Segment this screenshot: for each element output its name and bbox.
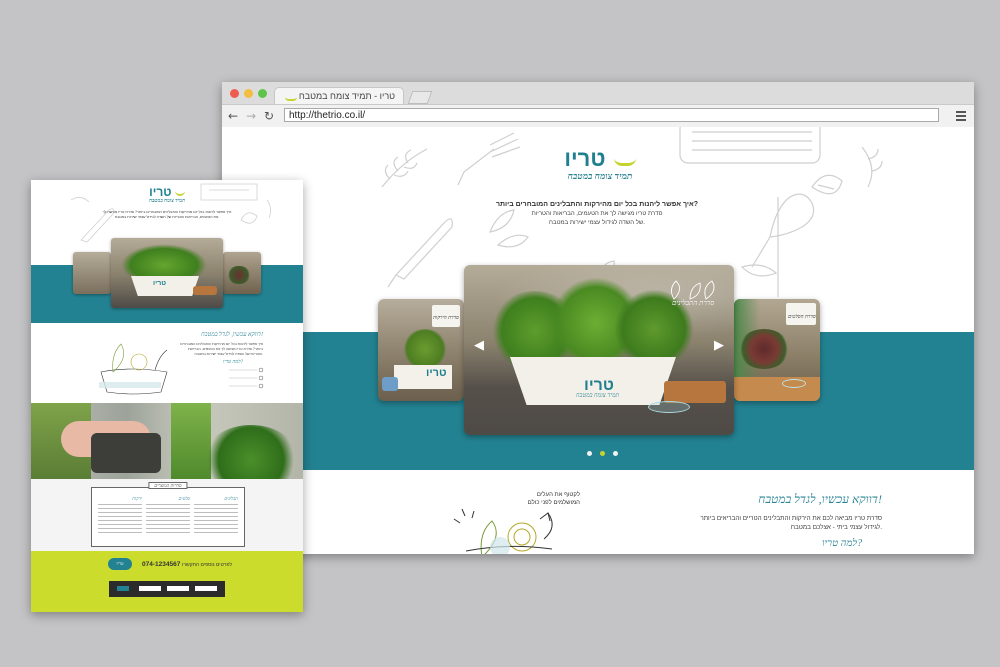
tab-title: טריו - תמיד צומח במטבח — [298, 91, 395, 101]
mini-slide-right[interactable] — [223, 252, 261, 294]
close-window-button[interactable] — [230, 89, 239, 98]
mini-slide-left[interactable] — [73, 252, 111, 294]
logo-tagline: תמיד צומח במטבח — [567, 171, 633, 181]
mini-field-2[interactable] — [167, 586, 189, 591]
mini-slide-main[interactable]: טריו — [111, 238, 223, 308]
slider-dot-3[interactable] — [613, 451, 619, 456]
slider-dot-1[interactable] — [587, 451, 592, 456]
mini-logo[interactable]: טריו תמיד צומח במטבח — [141, 186, 193, 205]
mini-phone-label: לפרטים נוספים התקשרו — [182, 562, 233, 568]
mini-logo-text: טריו — [149, 185, 172, 199]
mini-photo-hands — [31, 403, 303, 479]
logo-text: טריו — [564, 146, 606, 171]
mini-illustration — [99, 343, 168, 395]
slide-dish — [782, 379, 806, 388]
intro-line-2: של השדה לגידול עצמי ישירות במטבח. — [549, 220, 645, 226]
slide-label: סדרת התבלינים — [672, 299, 715, 307]
slide-label: סדרת הסלטים — [788, 315, 816, 320]
intro-block: איך אפשר ליהנות בכל יום מהירקות והתבליני… — [482, 200, 712, 228]
mini-badge: טריו — [108, 558, 132, 570]
mini-intro: איך אפשר ליהנות בכל יום מהירקות והתבליני… — [102, 210, 232, 219]
mini-contact-form — [109, 581, 225, 597]
slide-salads[interactable]: סדרת הסלטים — [734, 299, 820, 401]
slide-plant — [738, 329, 790, 369]
mini-section-title: דווקא עכשיו, לגדל במטבח! — [201, 332, 263, 338]
mini-field-1[interactable] — [139, 586, 161, 591]
mini-section-subtitle: למה טריו? — [223, 360, 244, 365]
mini-feature-icons — [229, 367, 264, 389]
slide-vegetables[interactable]: סדרת הירקות טריו — [378, 299, 464, 401]
slide-herbs-main[interactable]: טריו תמיד צומח במטבח סדרת התבלינים ◀ ▶ — [464, 265, 734, 435]
browser-window: טריו - תמיד צומח במטבח ← → ↻ http://thet… — [222, 82, 974, 554]
intro-line-1: סדרת טריו מגישה לך את הטעמים, הבריאות וה… — [531, 211, 663, 217]
title-bar: טריו - תמיד צומח במטבח — [222, 82, 974, 105]
mini-slider-dots — [159, 310, 173, 329]
logo-waves-icon — [613, 155, 636, 166]
mini-products-card: סדרות המוצרים תבלינים סלטים ירקות — [91, 482, 245, 547]
site-page: טריו תמיד צומח במטבח איך אפשר ליהנות בכל… — [222, 127, 974, 554]
slide-plant — [402, 329, 448, 369]
planter-tagline: תמיד צומח במטבח — [576, 393, 620, 399]
mini-field-3[interactable] — [195, 586, 217, 591]
favicon-icon — [285, 94, 297, 101]
mini-submit-button[interactable] — [117, 586, 129, 591]
slide-cup — [382, 377, 398, 391]
forward-arrow-icon[interactable]: → — [246, 108, 256, 124]
planter-illustration — [453, 508, 553, 554]
slider-prev-arrow-icon[interactable]: ◀ — [474, 339, 484, 352]
section-quote: לקטוף את העלים המושלמים לפני כולם — [527, 492, 580, 506]
slider-next-arrow-icon[interactable]: ▶ — [714, 339, 724, 352]
mini-card-title: סדרות המוצרים — [148, 482, 188, 489]
planter-logo: טריו — [426, 367, 447, 379]
glass-dish — [648, 401, 690, 413]
mini-logo-waves-icon — [174, 190, 185, 196]
site-logo[interactable]: טריו תמיד צומח במטבח — [552, 147, 648, 182]
mini-col-1: תבלינים — [194, 496, 238, 533]
back-arrow-icon[interactable]: ← — [228, 108, 238, 124]
mini-planter-logo: טריו — [153, 280, 167, 287]
series-label-card: סדרת התבלינים — [664, 279, 722, 311]
reload-icon[interactable]: ↻ — [264, 108, 274, 124]
maximize-window-button[interactable] — [258, 89, 267, 98]
mini-col-2: סלטים — [146, 496, 190, 533]
browser-toolbar: ← → ↻ http://thetrio.co.il/ — [222, 105, 974, 128]
section-title: דווקא עכשיו, לגדל במטבח! — [758, 492, 882, 506]
slide-label: סדרת הירקות — [433, 316, 459, 321]
slide-board — [734, 377, 820, 401]
intro-heading: איך אפשר ליהנות בכל יום מהירקות והתבליני… — [495, 201, 699, 208]
slider-dot-2[interactable] — [600, 451, 606, 456]
new-tab-button[interactable] — [407, 91, 433, 104]
minimize-window-button[interactable] — [244, 89, 253, 98]
slide-tag — [786, 303, 816, 325]
bread-loaf — [664, 381, 726, 403]
slider-dots — [587, 441, 621, 460]
address-bar[interactable]: http://thetrio.co.il/ — [284, 108, 939, 122]
mini-col-3: ירקות — [98, 496, 142, 533]
herb-sketch-icon — [671, 280, 715, 300]
menu-icon[interactable] — [956, 111, 966, 123]
mini-tagline: תמיד צומח במטבח — [149, 199, 185, 204]
mini-section-text: איך אפשר ליהנות בכל יום מהירקות והתבליני… — [180, 342, 263, 356]
section-text: סדרת טריו מביאה לכם את הירקות והתבלינים … — [700, 515, 882, 531]
section-subtitle: למה טריו? — [822, 538, 863, 549]
mobile-page-preview: טריו תמיד צומח במטבח איך אפשר ליהנות בכל… — [31, 180, 303, 612]
browser-tab[interactable]: טריו - תמיד צומח במטבח — [274, 87, 404, 104]
mini-phone[interactable]: 074-1234567 — [142, 561, 180, 568]
